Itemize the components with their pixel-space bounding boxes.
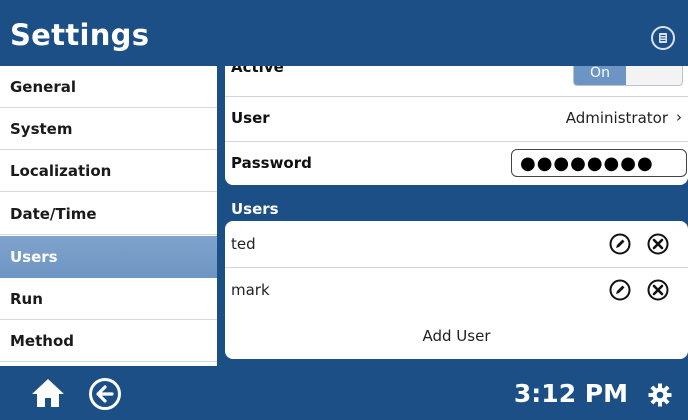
- user-name: ted: [231, 235, 256, 253]
- sidebar-item-method[interactable]: Method: [0, 320, 217, 362]
- sidebar-item-label: Localization: [10, 161, 112, 180]
- delete-icon[interactable]: [647, 279, 669, 301]
- sidebar-item-users[interactable]: Users: [0, 236, 217, 278]
- clock: 3:12 PM: [513, 379, 628, 408]
- sidebar-item-localization[interactable]: Localization: [0, 150, 217, 192]
- users-list-card: ted mark Add User: [225, 221, 688, 359]
- account-card: Active On User Administrator › Password …: [225, 66, 688, 185]
- user-label: User: [231, 109, 270, 127]
- home-icon[interactable]: [30, 377, 66, 409]
- edit-icon[interactable]: [609, 233, 631, 255]
- sidebar-item-label: Method: [10, 331, 74, 350]
- list-item: ted: [225, 221, 688, 267]
- user-row[interactable]: User Administrator ›: [225, 97, 688, 141]
- chevron-right-icon: ›: [676, 108, 682, 126]
- users-settings-panel: Active On User Administrator › Password …: [217, 66, 688, 366]
- user-value: Administrator: [565, 109, 668, 127]
- edit-icon[interactable]: [609, 279, 631, 301]
- sidebar-item-system[interactable]: System: [0, 108, 217, 150]
- sidebar-item-label: Users: [10, 248, 58, 266]
- list-item: mark: [225, 268, 688, 312]
- header-bar: Settings: [0, 0, 688, 66]
- delete-icon[interactable]: [647, 233, 669, 255]
- active-row: Active On: [225, 66, 688, 96]
- toggle-on-label: On: [574, 66, 626, 85]
- sidebar-item-label: Date/Time: [10, 204, 97, 223]
- add-user-button[interactable]: Add User: [225, 327, 688, 345]
- sidebar-item-run[interactable]: Run: [0, 278, 217, 320]
- password-field[interactable]: ●●●●●●●●: [511, 149, 687, 177]
- sidebar-item-general[interactable]: General: [0, 66, 217, 108]
- settings-sidebar: General System Localization Date/Time Us…: [0, 66, 218, 366]
- user-name: mark: [231, 281, 270, 299]
- device-info-icon[interactable]: [651, 26, 675, 50]
- back-arrow-icon[interactable]: [88, 377, 122, 411]
- sidebar-item-label: General: [10, 77, 76, 96]
- sidebar-item-label: System: [10, 119, 73, 138]
- page-title: Settings: [10, 18, 150, 52]
- users-section-heading: Users: [231, 200, 279, 218]
- sidebar-item-datetime[interactable]: Date/Time: [0, 193, 217, 235]
- active-toggle[interactable]: On: [573, 66, 683, 86]
- sidebar-item-label: Run: [10, 289, 43, 308]
- footer-bar: 3:12 PM: [0, 366, 688, 420]
- password-label: Password: [231, 154, 312, 172]
- active-label: Active: [231, 66, 284, 76]
- gear-icon[interactable]: [648, 383, 672, 407]
- password-row: Password ●●●●●●●●: [225, 142, 688, 185]
